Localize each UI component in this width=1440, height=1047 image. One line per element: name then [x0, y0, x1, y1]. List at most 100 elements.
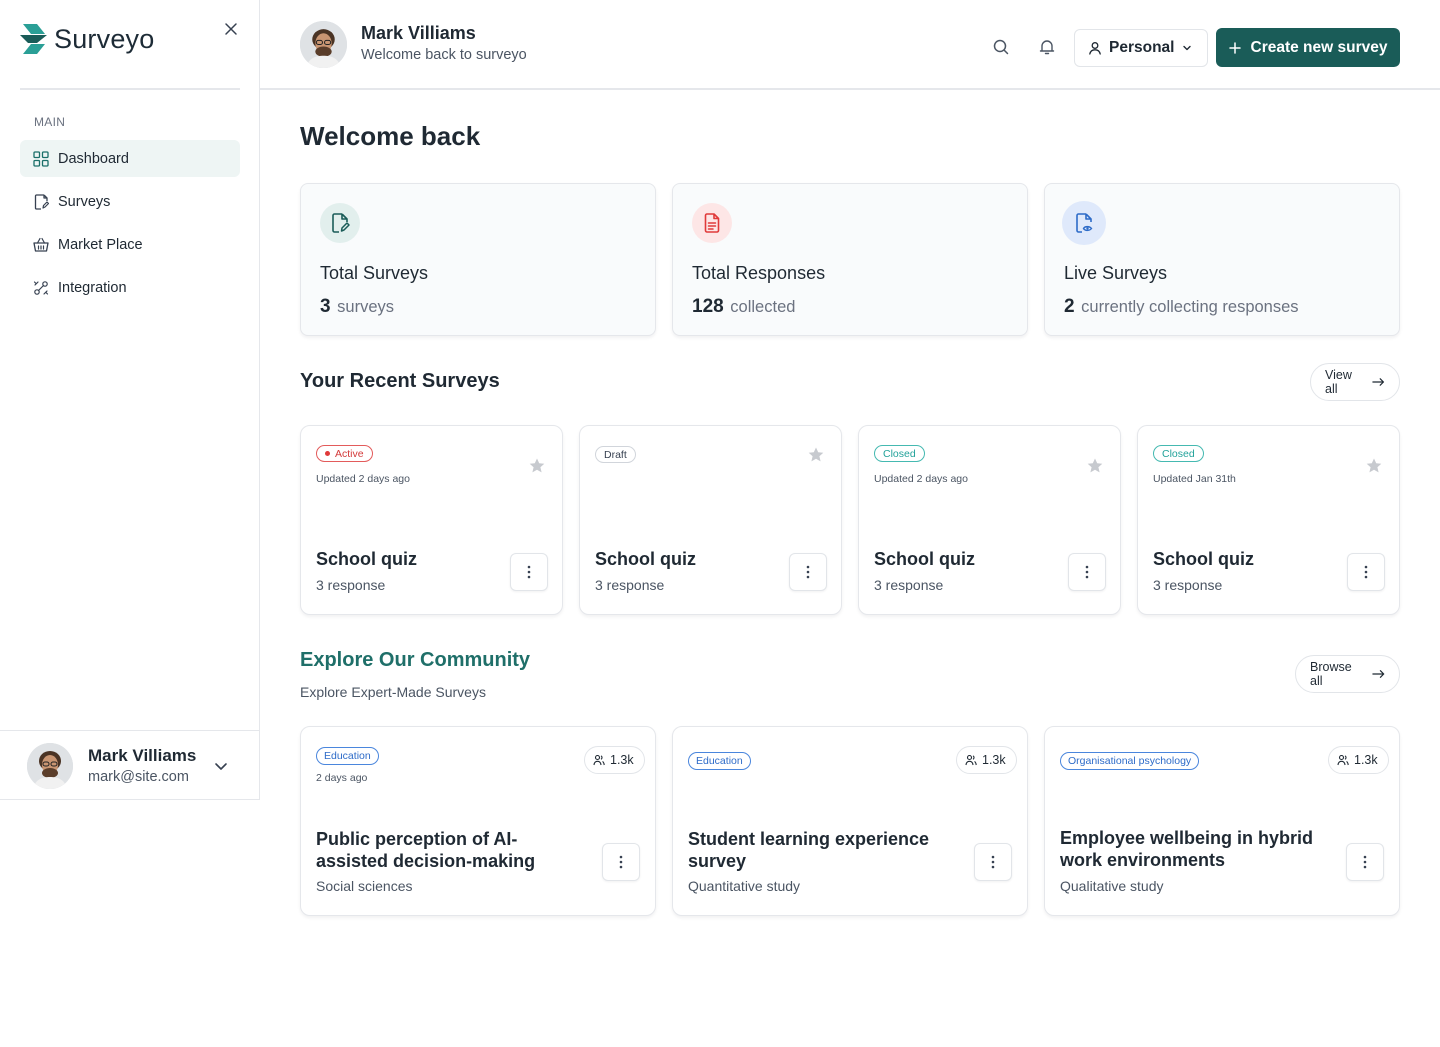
more-vertical-icon	[1364, 565, 1368, 579]
stat-label: Total Responses	[692, 263, 826, 283]
stat-value: 2 currently collecting responses	[1064, 296, 1299, 318]
stat-icon-wrap	[692, 203, 732, 243]
survey-title: School quiz	[1153, 549, 1254, 569]
participants-count-value: 1.3k	[610, 753, 634, 767]
sidebar-divider	[20, 88, 240, 90]
status-label: Active	[335, 447, 364, 460]
star-icon[interactable]	[528, 457, 546, 475]
updated-text: Updated 2 days ago	[874, 473, 968, 485]
workspace-select[interactable]: Personal	[1074, 29, 1208, 67]
more-options-button[interactable]	[1068, 553, 1106, 591]
stat-card-total-responses: Total Responses 128 collected	[672, 183, 1028, 336]
more-options-button[interactable]	[974, 843, 1012, 881]
dashboard-icon	[33, 150, 49, 167]
avatar-image	[27, 742, 73, 789]
survey-card[interactable]: Closed Updated 2 days ago School quiz 3 …	[858, 425, 1121, 615]
community-survey-type: Quantitative study	[688, 878, 801, 894]
star-icon[interactable]	[1086, 457, 1104, 475]
community-survey-title: Employee wellbeing in hybrid work enviro…	[1060, 828, 1314, 870]
community-survey-title: Student learning experience survey	[688, 829, 930, 871]
survey-card[interactable]: Active Updated 2 days ago School quiz 3 …	[300, 425, 563, 615]
chevron-down-icon[interactable]	[212, 757, 230, 775]
updated-text: Updated Jan 31th	[1153, 473, 1236, 485]
users-icon	[593, 754, 605, 766]
status-badge: Closed	[1153, 445, 1204, 462]
survey-responses: 3 response	[874, 577, 944, 593]
brand-name: Surveyo	[54, 23, 155, 54]
workspace-label: Personal	[1109, 39, 1175, 56]
status-label: Closed	[883, 447, 916, 460]
category-badge: Education	[688, 752, 751, 770]
avatar-image	[300, 21, 347, 68]
plus-icon	[1228, 41, 1241, 54]
integration-icon	[33, 280, 49, 295]
category-badge: Education	[316, 747, 379, 765]
survey-title: School quiz	[316, 549, 417, 569]
browse-all-label: Browse all	[1310, 660, 1352, 688]
status-badge: Closed	[874, 445, 925, 462]
sidebar-nav: Dashboard Surveys Market Place Integrati…	[20, 140, 240, 312]
page-title: Welcome back	[300, 121, 481, 151]
view-all-button[interactable]: View all	[1310, 363, 1400, 401]
updated-text: Updated 2 days ago	[316, 473, 410, 485]
header-user-name: Mark Villiams	[361, 23, 476, 43]
close-icon[interactable]	[222, 20, 240, 38]
survey-card[interactable]: Closed Updated Jan 31th School quiz 3 re…	[1137, 425, 1400, 615]
community-heading: Explore Our Community	[300, 649, 531, 671]
sidebar-item-market-place[interactable]: Market Place	[20, 226, 240, 263]
search-icon[interactable]	[992, 38, 1010, 56]
sidebar-item-dashboard[interactable]: Dashboard	[20, 140, 240, 177]
more-options-button[interactable]	[1346, 843, 1384, 881]
community-survey-card[interactable]: Education 1.3k Student learning experien…	[672, 726, 1028, 916]
stat-value: 128 collected	[692, 296, 795, 318]
document-icon	[704, 213, 720, 233]
document-eye-icon	[1076, 213, 1093, 233]
sidebar-user-profile[interactable]: Mark Villiams mark@site.com	[0, 730, 260, 800]
more-options-button[interactable]	[602, 843, 640, 881]
status-badge: Draft	[595, 446, 636, 463]
users-icon	[1337, 754, 1349, 766]
more-vertical-icon	[806, 565, 810, 579]
more-options-button[interactable]	[789, 553, 827, 591]
arrow-right-icon	[1372, 378, 1385, 386]
community-survey-card[interactable]: Organisational psychology 1.3k Employee …	[1044, 726, 1400, 916]
survey-responses: 3 response	[595, 577, 665, 593]
status-label: Draft	[604, 448, 627, 461]
stat-unit: collected	[730, 298, 796, 316]
star-icon[interactable]	[1365, 457, 1383, 475]
create-survey-label: Create new survey	[1250, 38, 1388, 56]
survey-responses: 3 response	[1153, 577, 1223, 593]
bell-icon[interactable]	[1038, 38, 1056, 56]
stat-icon-wrap	[1062, 201, 1106, 245]
create-survey-button[interactable]: Create new survey	[1216, 28, 1400, 67]
more-options-button[interactable]	[1347, 553, 1385, 591]
survey-card[interactable]: Draft School quiz 3 response	[579, 425, 842, 615]
sidebar-item-surveys[interactable]: Surveys	[20, 183, 240, 220]
participants-count: 1.3k	[584, 746, 645, 774]
stat-icon-wrap	[320, 203, 360, 243]
community-survey-card[interactable]: Education 2 days ago 1.3k Public percept…	[300, 726, 656, 916]
stat-number: 2	[1064, 296, 1075, 317]
avatar[interactable]	[300, 21, 347, 68]
stat-value: 3 surveys	[320, 296, 394, 318]
stat-card-total-surveys: Total Surveys 3 surveys	[300, 183, 656, 336]
sidebar-item-integration[interactable]: Integration	[20, 269, 240, 306]
sidebar-item-label: Market Place	[58, 236, 143, 253]
status-label: Closed	[1162, 447, 1195, 460]
status-dot	[325, 451, 330, 456]
more-options-button[interactable]	[510, 553, 548, 591]
more-vertical-icon	[991, 855, 995, 869]
brand[interactable]: Surveyo	[20, 22, 154, 56]
more-vertical-icon	[1085, 565, 1089, 579]
survey-title: School quiz	[874, 549, 975, 569]
star-icon[interactable]	[807, 446, 825, 464]
participants-count-value: 1.3k	[1354, 753, 1378, 767]
community-subheading: Explore Expert-Made Surveys	[300, 684, 486, 700]
chevron-down-icon	[1183, 45, 1192, 51]
stat-label: Live Surveys	[1064, 263, 1168, 283]
more-vertical-icon	[527, 565, 531, 579]
basket-icon	[33, 237, 49, 252]
user-email: mark@site.com	[88, 769, 189, 785]
browse-all-button[interactable]: Browse all	[1295, 655, 1400, 693]
community-survey-title: Public perception of AI-assisted decisio…	[316, 829, 536, 871]
